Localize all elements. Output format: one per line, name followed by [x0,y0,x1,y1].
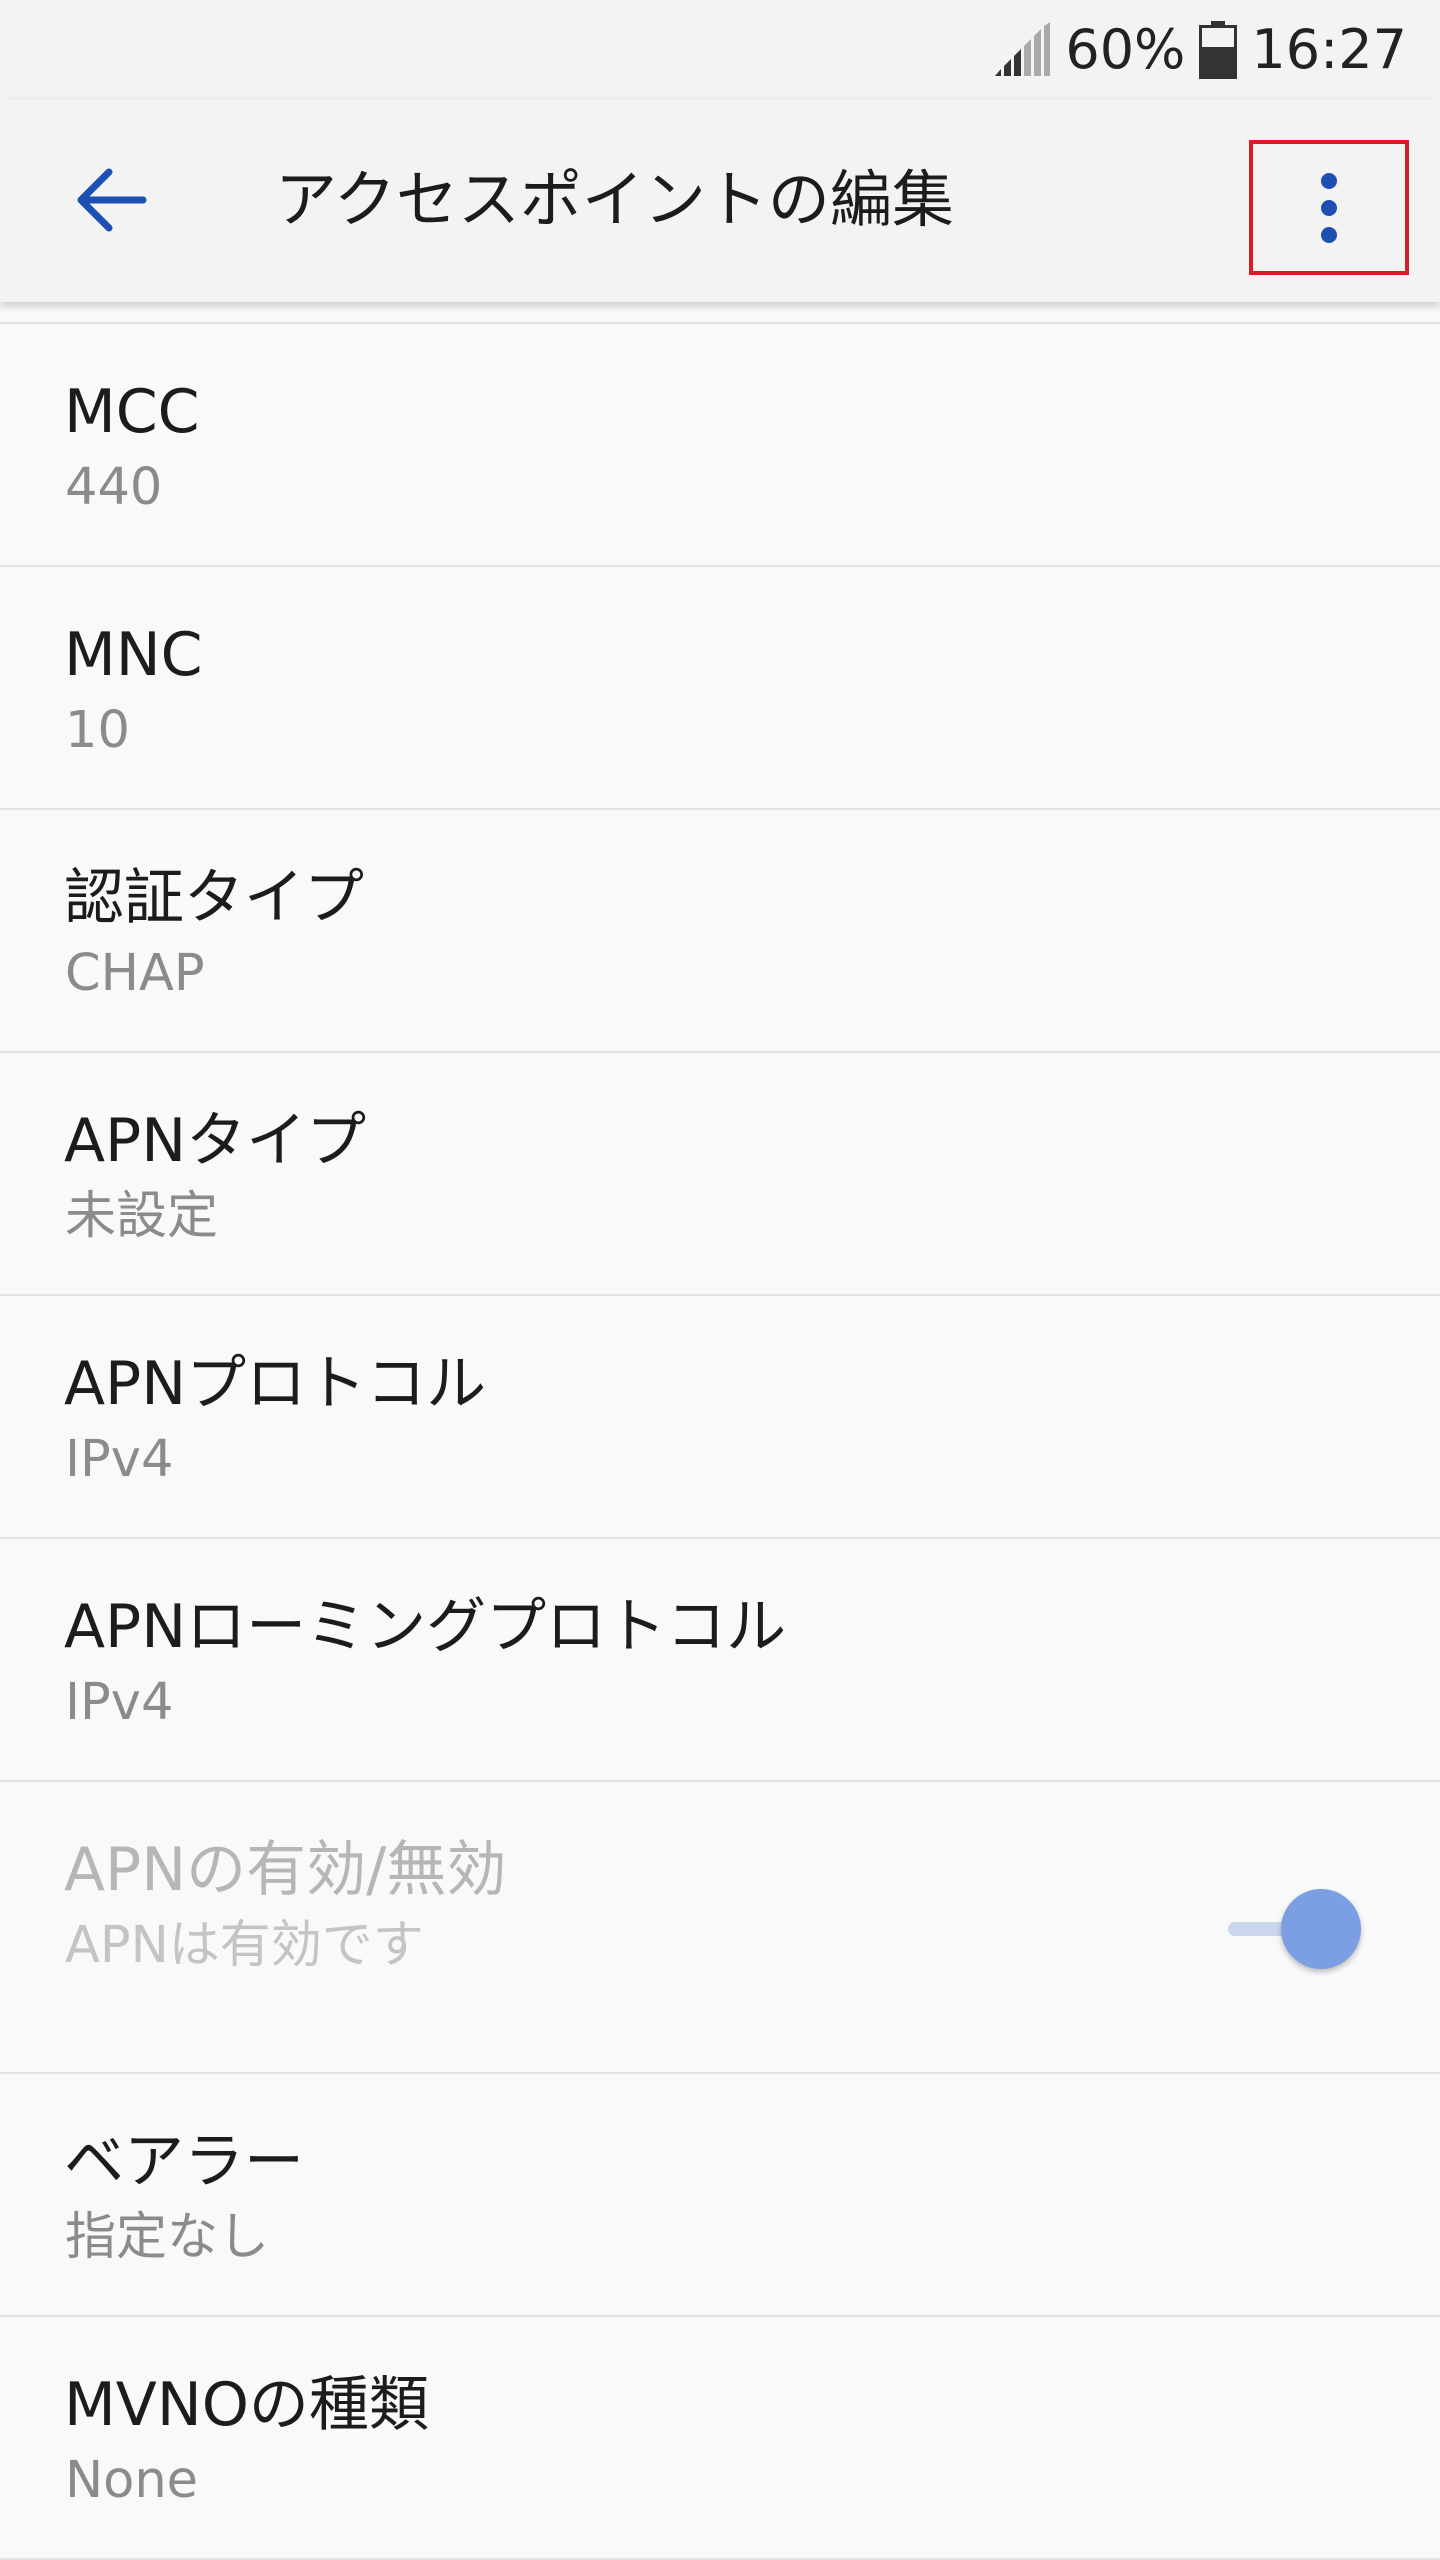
apn-enable-toggle[interactable] [1222,1880,1362,1976]
setting-mcc[interactable]: MCC 440 [0,324,1440,567]
setting-summary: None [65,2451,199,2510]
setting-title: MVNOの種類 [64,2370,429,2440]
status-indicators: 60% 16:27 [993,18,1407,82]
battery-icon [1199,21,1238,79]
back-button[interactable] [55,150,165,250]
setting-title: 認証タイプ [64,863,364,933]
setting-title: MCC [64,377,200,447]
setting-title: APNの有効/無効 [64,1835,507,1905]
setting-apn-enable: APNの有効/無効 APNは有効です [0,1782,1440,2074]
setting-title: APNプロトコル [64,1349,487,1419]
app-bar: アクセスポイントの編集 [0,100,1440,302]
setting-title: APNローミングプロトコル [64,1592,787,1662]
toggle-thumb [1281,1889,1361,1969]
setting-bearer[interactable]: ベアラー 指定なし [0,2074,1440,2317]
setting-apn-type[interactable]: APNタイプ 未設定 [0,1053,1440,1296]
setting-summary: CHAP [65,944,205,1003]
setting-summary: 指定なし [65,2208,270,2267]
setting-auth-type[interactable]: 認証タイプ CHAP [0,810,1440,1053]
setting-title: APNタイプ [64,1106,367,1176]
setting-summary: APNは有効です [65,1916,424,1975]
setting-title: MNC [64,620,203,690]
setting-summary: 440 [65,458,163,517]
setting-summary: IPv4 [65,1430,174,1489]
setting-summary: 未設定 [65,1187,219,1246]
signal-icon [995,22,1051,76]
setting-apn-roaming-protocol[interactable]: APNローミングプロトコル IPv4 [0,1539,1440,1782]
clock: 16:27 [1251,18,1407,81]
setting-summary: IPv4 [65,1673,174,1732]
list-divider [0,302,1440,324]
page-title: アクセスポイントの編集 [275,163,954,236]
more-vert-icon [1321,172,1337,243]
status-bar: 60% 16:27 [0,0,1440,100]
setting-title: ベアラー [64,2127,304,2197]
settings-list: MCC 440 MNC 10 認証タイプ CHAP APNタイプ 未設定 APN… [0,302,1440,2560]
battery-percentage: 60% [1065,18,1186,81]
setting-apn-protocol[interactable]: APNプロトコル IPv4 [0,1296,1440,1539]
arrow-back-icon [77,168,147,232]
setting-summary: 10 [65,701,130,760]
setting-mnc[interactable]: MNC 10 [0,567,1440,810]
setting-mvno-type[interactable]: MVNOの種類 None [0,2317,1440,2560]
more-options-button[interactable] [1249,140,1409,275]
